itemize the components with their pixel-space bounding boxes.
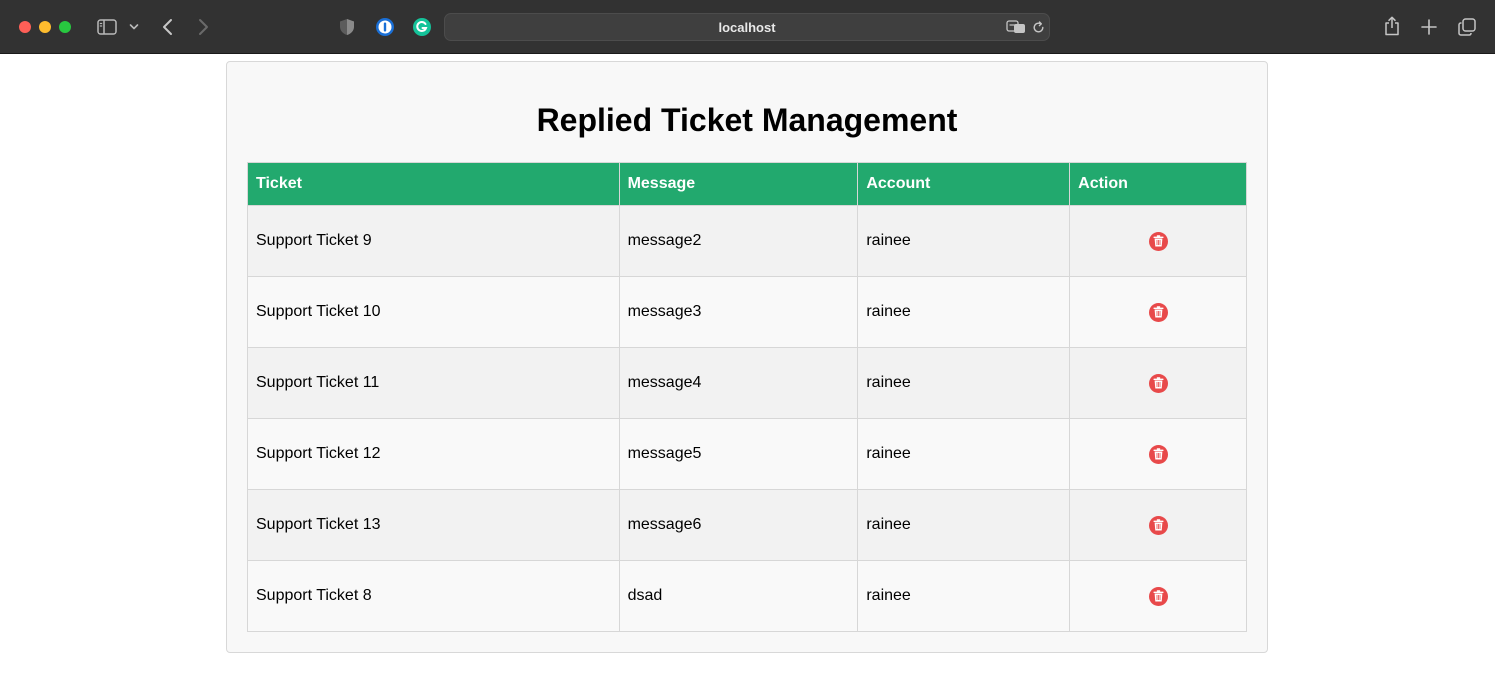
table-row: Support Ticket 12 message5 rainee [247,418,1247,490]
message-cell: dsad [618,560,859,632]
trash-icon[interactable] [1148,515,1168,535]
close-window-button[interactable] [19,21,31,33]
action-cell [1069,205,1247,277]
replied-tickets-table: Ticket Message Account Action Support Ti… [247,162,1247,632]
translate-icon[interactable] [1006,19,1026,35]
url-text: localhost [718,20,776,35]
account-cell: rainee [857,560,1071,632]
shield-icon[interactable] [338,17,356,37]
ticket-cell: Support Ticket 8 [247,560,620,632]
message-cell: message4 [618,347,859,419]
account-cell: rainee [857,276,1071,348]
chevron-down-icon[interactable] [127,19,141,35]
ticket-cell: Support Ticket 9 [247,205,620,277]
account-cell: rainee [857,489,1071,561]
zoom-window-button[interactable] [59,21,71,33]
minimize-window-button[interactable] [39,21,51,33]
action-cell [1069,276,1247,348]
action-cell [1069,347,1247,419]
table-header-row: Ticket Message Account Action [247,162,1247,206]
action-cell [1069,418,1247,490]
account-cell: rainee [857,418,1071,490]
page-title: Replied Ticket Management [536,102,958,138]
column-header-message: Message [618,162,859,206]
trash-icon[interactable] [1148,302,1168,322]
browser-toolbar: localhost [0,0,1495,54]
message-cell: message6 [618,489,859,561]
ticket-cell: Support Ticket 11 [247,347,620,419]
trash-icon[interactable] [1148,231,1168,251]
sidebar-icon[interactable] [96,18,118,36]
tab-overview-icon[interactable] [1457,17,1477,37]
table-row: Support Ticket 13 message6 rainee [247,489,1247,561]
new-tab-icon[interactable] [1420,18,1438,36]
ticket-cell: Support Ticket 10 [247,276,620,348]
action-cell [1069,560,1247,632]
share-icon[interactable] [1382,15,1402,37]
trash-icon[interactable] [1148,586,1168,606]
ticket-cell: Support Ticket 13 [247,489,620,561]
ticket-management-panel: Replied Ticket Management Ticket Message… [226,61,1268,653]
account-cell: rainee [857,205,1071,277]
column-header-ticket: Ticket [247,162,620,206]
password-manager-icon[interactable] [374,16,396,38]
forward-icon[interactable] [195,17,211,37]
table-row: Support Ticket 9 message2 rainee [247,205,1247,277]
address-bar[interactable]: localhost [444,13,1050,41]
column-header-action: Action [1069,162,1247,206]
table-row: Support Ticket 10 message3 rainee [247,276,1247,348]
back-icon[interactable] [160,17,176,37]
ticket-cell: Support Ticket 12 [247,418,620,490]
reload-icon[interactable] [1031,20,1045,34]
trash-icon[interactable] [1148,444,1168,464]
grammarly-icon[interactable] [411,16,433,38]
column-header-account: Account [857,162,1071,206]
message-cell: message5 [618,418,859,490]
trash-icon[interactable] [1148,373,1168,393]
message-cell: message2 [618,205,859,277]
account-cell: rainee [857,347,1071,419]
message-cell: message3 [618,276,859,348]
table-row: Support Ticket 8 dsad rainee [247,560,1247,632]
action-cell [1069,489,1247,561]
table-row: Support Ticket 11 message4 rainee [247,347,1247,419]
